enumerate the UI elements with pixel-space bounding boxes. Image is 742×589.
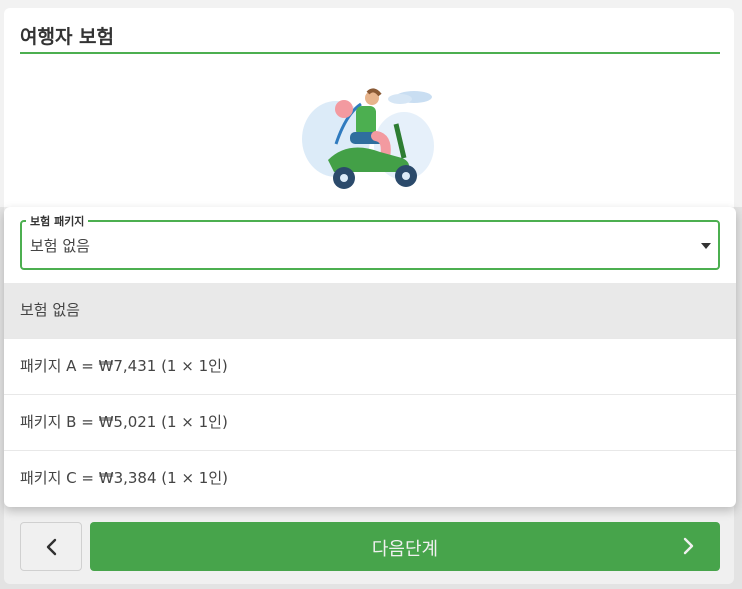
insurance-package-label: 보험 패키지 — [26, 213, 89, 229]
title-divider — [20, 52, 720, 54]
option-package-a[interactable]: 패키지 A = ₩7,431 (1 × 1인) — [4, 339, 736, 395]
option-no-insurance[interactable]: 보험 없음 — [4, 283, 736, 339]
scooter-illustration — [302, 88, 434, 189]
option-package-c[interactable]: 패키지 C = ₩3,384 (1 × 1인) — [4, 451, 736, 507]
page-title: 여행자 보험 — [20, 26, 115, 48]
insurance-options-list: 보험 없음 패키지 A = ₩7,431 (1 × 1인) 패키지 B = ₩5… — [4, 283, 736, 507]
insurance-dropdown: 보험 패키지 보험 없음 보험 없음 패키지 A = ₩7,431 (1 × 1… — [4, 207, 736, 507]
insurance-selected-value: 보험 없음 — [30, 237, 90, 255]
insurance-package-select[interactable]: 보험 패키지 보험 없음 — [20, 213, 720, 270]
caret-down-icon — [701, 243, 711, 249]
option-package-b[interactable]: 패키지 B = ₩5,021 (1 × 1인) — [4, 395, 736, 451]
